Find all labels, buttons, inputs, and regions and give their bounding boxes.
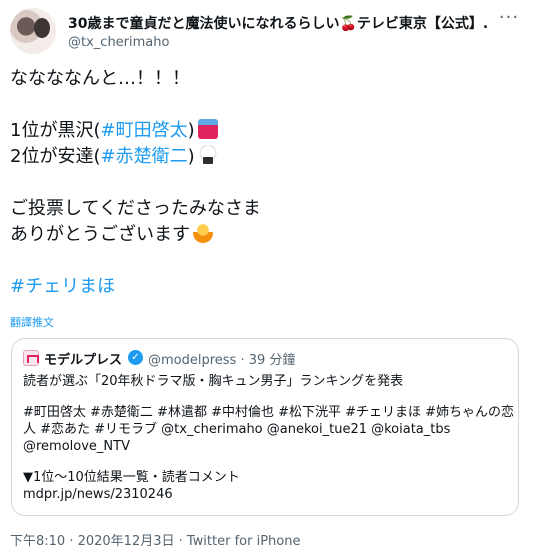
quoted-link: mdpr.jp/news/2310246 — [23, 487, 173, 502]
hashtag-link[interactable]: #町田啓太 — [100, 120, 187, 141]
translate-tweet-link[interactable]: 翻譯推文 — [10, 314, 54, 330]
verified-badge-icon: ✓ — [128, 350, 143, 365]
tweet-line-rank1: 1位が黒沢(#町田啓太) — [10, 118, 520, 144]
quoted-display-name: モデルプレス — [44, 353, 123, 368]
quoted-tweet-text: 読者が選ぶ「20年秋ドラマ版・胸キュン男子」ランキングを発表 #町田啓太 #赤楚… — [23, 373, 515, 503]
quoted-tags-line: 人 #恋あた #リモラブ @tx_cherimaho @anekoi_tue21… — [23, 422, 451, 437]
tweet-timestamp[interactable]: 下午8:10 · 2020年12月3日 · Twitter for iPhone — [10, 530, 300, 549]
quoted-tweet-card[interactable]: モデルプレス ✓ @modelpress · 39 分鐘 読者が選ぶ「20年秋ド… — [11, 338, 519, 516]
quoted-tags-line: @remolove_NTV — [23, 439, 130, 454]
rank2-suffix: ) — [187, 146, 195, 167]
hashtag-link[interactable]: #赤楚衛二 — [100, 146, 187, 167]
user-handle[interactable]: @tx_cherimaho — [68, 35, 169, 50]
display-name[interactable]: 30歳まで童貞だと魔法使いになれるらしい🍒テレビ東京【公式】... — [68, 13, 488, 33]
hashtag-link[interactable]: #チェリまほ — [10, 276, 115, 297]
tweet-header: 30歳まで童貞だと魔法使いになれるらしい🍒テレビ東京【公式】... @tx_ch… — [10, 8, 524, 56]
tweet-line-thanks2: ありがとうございます — [10, 222, 520, 248]
tweet-line-hashtag: #チェリまほ — [10, 274, 520, 300]
thanks2-text: ありがとうございます — [10, 224, 190, 245]
tweet-line-rank2: 2位が安達(#赤楚衛二) — [10, 144, 520, 170]
quoted-results-text: ▼1位〜10位結果一覧・読者コメント — [23, 470, 240, 485]
tweet-line-intro: ななななんと…！！！ — [10, 68, 190, 89]
rice-ball-emoji-icon — [197, 145, 218, 165]
quoted-handle-time: @modelpress · 39 分鐘 — [148, 353, 296, 368]
necktie-emoji-icon — [197, 119, 218, 139]
bowing-person-emoji-icon — [193, 223, 213, 243]
rank1-prefix: 1位が黒沢( — [10, 120, 101, 141]
modelpress-logo-icon — [23, 350, 39, 366]
more-horizontal-icon[interactable]: ··· — [498, 9, 520, 30]
tweet-line-thanks1: ご投票してくださったみなさま — [10, 198, 261, 219]
rank1-suffix: ) — [187, 120, 195, 141]
tweet-text: ななななんと…！！！ 1位が黒沢(#町田啓太) 2位が安達(#赤楚衛二) ご投票… — [10, 66, 520, 300]
rank2-prefix: 2位が安達( — [10, 146, 101, 167]
quoted-title: 読者が選ぶ「20年秋ドラマ版・胸キュン男子」ランキングを発表 — [23, 374, 404, 389]
quoted-tags-line: #町田啓太 #赤楚衛二 #林遣都 #中村倫也 #松下洸平 #チェリまほ #姉ちゃ… — [23, 405, 515, 420]
avatar[interactable] — [10, 8, 56, 54]
